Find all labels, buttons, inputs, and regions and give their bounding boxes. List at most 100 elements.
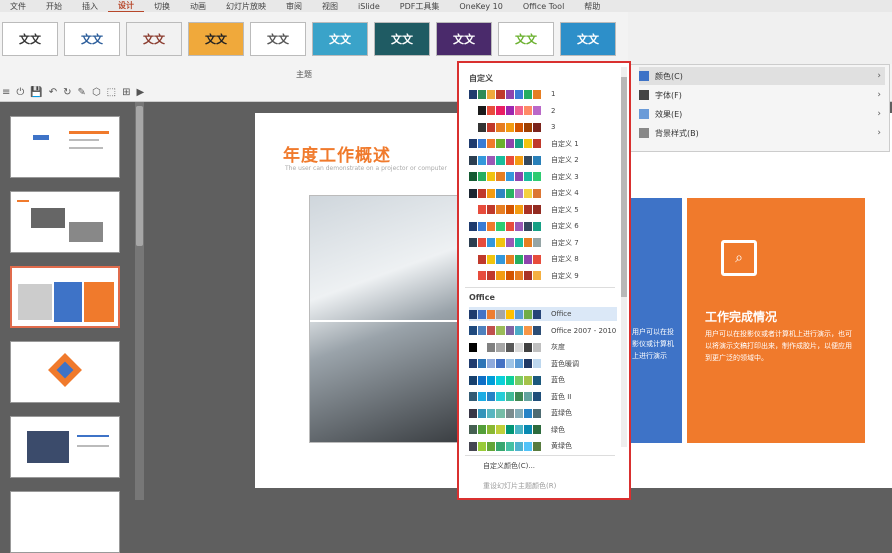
variants-menu-item-2[interactable]: 效果(E) › (639, 105, 885, 123)
variant-swatch-1[interactable]: 文文 (2, 22, 58, 56)
qat-icon-9[interactable]: ▶ (137, 87, 145, 98)
tab-0[interactable]: 文件 (0, 1, 36, 12)
palette-office-6[interactable]: 蓝绿色 (469, 406, 617, 420)
tab-13[interactable]: 帮助 (574, 1, 610, 12)
slide-thumbnail-6[interactable] (10, 491, 120, 553)
qat-icon-7[interactable]: ⬚ (107, 87, 116, 98)
tab-6[interactable]: 幻灯片放映 (216, 1, 276, 12)
palette-custom-9[interactable]: 自定义 7 (469, 236, 617, 250)
palette-swatches (469, 359, 541, 368)
effects-icon (639, 109, 649, 119)
palette-custom-0[interactable]: 1 (469, 87, 617, 101)
qat-icon-6[interactable]: ⬡ (92, 87, 101, 98)
palette-name: 绿色 (551, 425, 565, 434)
palette-swatches (469, 106, 541, 115)
palette-custom-7[interactable]: 自定义 5 (469, 203, 617, 217)
orange-panel-text[interactable]: 用户可以在投影仪或者计算机上进行演示，也可以将演示文稿打印出来，制作成胶片，以便… (705, 328, 855, 364)
tab-12[interactable]: Office Tool (513, 2, 574, 11)
qat-icon-8[interactable]: ⊞ (122, 87, 130, 98)
palette-name: 蓝绿色 (551, 409, 572, 417)
slide-thumbnail-5[interactable] (10, 416, 120, 478)
variant-swatch-8[interactable]: 文文 (436, 22, 492, 56)
palette-office-0[interactable]: Office (469, 307, 617, 321)
variant-swatch-9[interactable]: 文文 (498, 22, 554, 56)
quick-access-toolbar: ≡ ⏻ 💾 ↶ ↻ ✎ ⬡ ⬚ ⊞ ▶ (0, 84, 144, 100)
variants-menu-item-0[interactable]: 颜色(C) › (639, 67, 885, 85)
palette-custom-5[interactable]: 自定义 3 (469, 170, 617, 184)
palette-office-1[interactable]: Office 2007 - 2010 (469, 324, 617, 338)
qat-icon-0[interactable]: ≡ (2, 87, 10, 98)
variant-swatch-10[interactable]: 文文 (560, 22, 616, 56)
qat-icon-3[interactable]: ↶ (49, 87, 57, 98)
variant-swatch-7[interactable]: 文文 (374, 22, 430, 56)
palette-name: Office (551, 310, 572, 318)
orange-panel[interactable]: ⌕ 工作完成情况 用户可以在投影仪或者计算机上进行演示，也可以将演示文稿打印出来… (687, 198, 865, 443)
reset-theme-colors-button[interactable]: 重设幻灯片主题颜色(R) (483, 481, 556, 491)
palette-name: 自定义 8 (551, 255, 579, 263)
variant-swatch-2[interactable]: 文文 (64, 22, 120, 56)
variant-swatch-5[interactable]: 文文 (250, 22, 306, 56)
orange-panel-title[interactable]: 工作完成情况 (705, 308, 777, 325)
tab-2[interactable]: 插入 (72, 1, 108, 12)
color-grid-icon (639, 71, 649, 81)
palette-custom-10[interactable]: 自定义 8 (469, 252, 617, 266)
palette-name: 自定义 6 (551, 222, 579, 230)
palette-swatches (469, 238, 541, 247)
customize-colors-button[interactable]: 自定义颜色(C)... (483, 461, 535, 471)
palette-name: 自定义 7 (551, 238, 579, 247)
palette-separator (465, 455, 615, 456)
palette-custom-1[interactable]: 2 (469, 104, 617, 118)
tab-10[interactable]: PDF工具集 (390, 1, 450, 12)
tab-1[interactable]: 开始 (36, 1, 72, 12)
palette-custom-2[interactable]: 3 (469, 120, 617, 134)
qat-icon-4[interactable]: ↻ (63, 87, 71, 98)
tab-5[interactable]: 动画 (180, 1, 216, 12)
slide-thumbnail-3[interactable] (10, 266, 120, 328)
architecture-photo[interactable] (309, 195, 459, 443)
tab-9[interactable]: iSlide (348, 2, 390, 11)
blue-panel[interactable] (631, 198, 682, 443)
palette-custom-4[interactable]: 自定义 2 (469, 153, 617, 167)
slide-thumbnail-1[interactable] (10, 116, 120, 178)
palette-name: 3 (551, 123, 556, 131)
thumbnail-scrollbar[interactable] (135, 102, 144, 500)
qat-icon-5[interactable]: ✎ (78, 87, 86, 98)
gallery-side-area (628, 12, 892, 64)
variants-menu-item-1[interactable]: 字体(F) › (639, 86, 885, 104)
slide-thumbnail-2[interactable] (10, 191, 120, 253)
palette-swatches (469, 122, 541, 132)
qat-icon-1[interactable]: ⏻ (16, 87, 24, 98)
palette-office-7[interactable]: 绿色 (469, 423, 617, 437)
slide-title[interactable]: 年度工作概述 (283, 141, 391, 166)
slide-thumbnail-4[interactable] (10, 341, 120, 403)
palette-custom-8[interactable]: 自定义 6 (469, 219, 617, 233)
palette-custom-3[interactable]: 自定义 1 (469, 137, 617, 151)
variant-swatch-3[interactable]: 文文 (126, 22, 182, 56)
palette-office-5[interactable]: 蓝色 II (469, 390, 617, 404)
variants-menu-item-3[interactable]: 背景样式(B) › (639, 124, 885, 142)
palette-name: 2 (551, 106, 556, 115)
palette-swatches (469, 408, 541, 418)
palette-office-8[interactable]: 黄绿色 (469, 439, 617, 453)
tab-4[interactable]: 切换 (144, 1, 180, 12)
chevron-right-icon: › (877, 90, 881, 100)
qat-icon-2[interactable]: 💾 (30, 87, 42, 98)
variant-swatch-4[interactable]: 文文 (188, 22, 244, 56)
palette-scrollbar[interactable] (621, 67, 627, 447)
palette-name: 自定义 4 (551, 189, 579, 197)
variant-swatch-6[interactable]: 文文 (312, 22, 368, 56)
blue-panel-text[interactable]: 用户可以在投影仪或计算机上进行演示 (632, 326, 680, 362)
palette-office-4[interactable]: 蓝色 (469, 373, 617, 387)
tab-8[interactable]: 视图 (312, 1, 348, 12)
tab-3[interactable]: 设计 (108, 0, 144, 13)
tab-7[interactable]: 审阅 (276, 1, 312, 12)
palette-office-2[interactable]: 灰度 (469, 340, 617, 354)
tab-11[interactable]: OneKey 10 (449, 2, 513, 11)
palette-custom-11[interactable]: 自定义 9 (469, 269, 617, 283)
variants-menu-label: 颜色(C) (655, 71, 683, 81)
palette-name: 自定义 3 (551, 172, 579, 181)
chevron-right-icon: › (877, 71, 881, 81)
palette-custom-6[interactable]: 自定义 4 (469, 186, 617, 200)
slide-subtitle[interactable]: The user can demonstrate on a projector … (285, 165, 447, 172)
palette-office-3[interactable]: 蓝色暖调 (469, 357, 617, 371)
